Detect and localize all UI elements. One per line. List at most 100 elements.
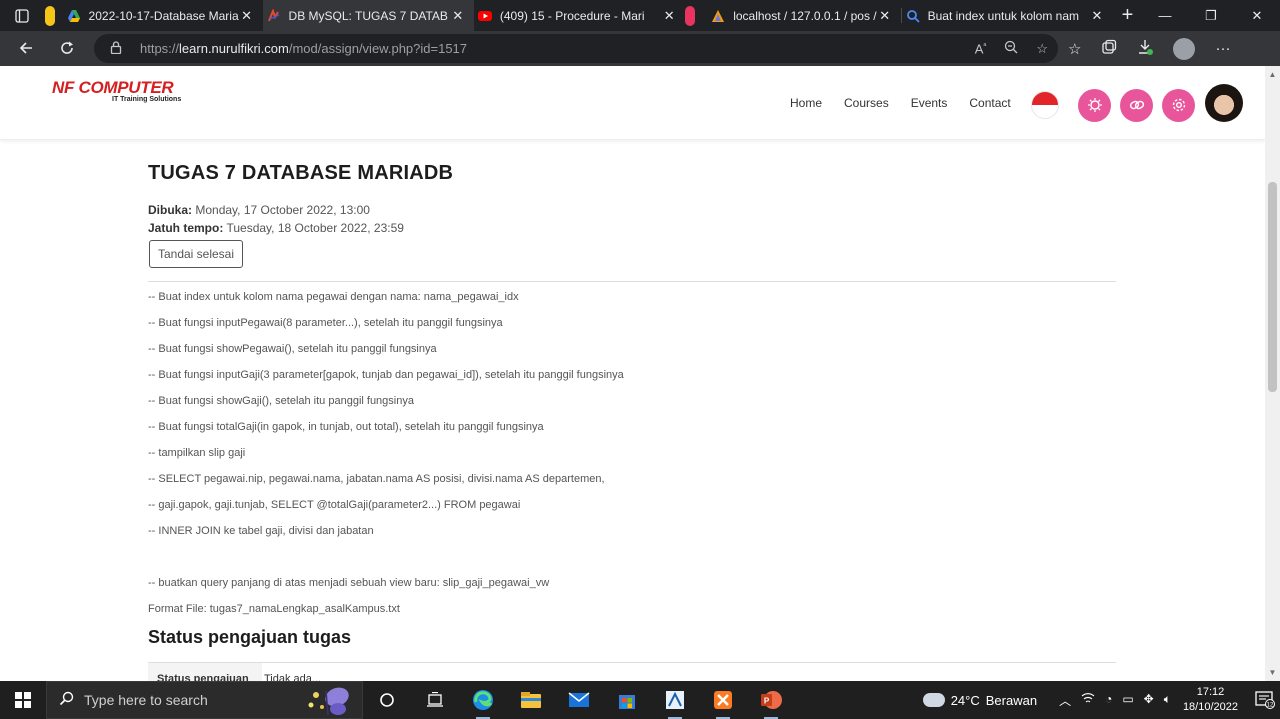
tray-icons: ︿ ◔ ▭ ✥ 🔈︎ <box>1059 692 1171 709</box>
close-tab-icon[interactable]: ✕ <box>239 8 255 24</box>
lock-icon[interactable] <box>110 40 124 57</box>
tab-google-drive[interactable]: 2022-10-17-Database Maria ✕ <box>44 0 263 31</box>
tab-title: Buat index untuk kolom nam <box>927 8 1080 23</box>
clock[interactable]: 17:12 18/10/2022 <box>1183 685 1238 715</box>
close-tab-icon[interactable]: ✕ <box>661 8 677 24</box>
scroll-down-icon[interactable]: ▼ <box>1268 668 1277 677</box>
scroll-up-icon[interactable]: ▲ <box>1268 70 1277 79</box>
windows-taskbar: Type here to search P 24°C Berawan ︿ ◔ ▭… <box>0 681 1280 719</box>
link-icon[interactable] <box>1120 88 1153 122</box>
tab-actions-icon[interactable] <box>0 0 45 31</box>
instruction-line: -- buatkan query panjang di atas menjadi… <box>148 577 550 589</box>
brand-tagline: IT Training Solutions <box>112 96 182 103</box>
settings-icon[interactable] <box>1162 88 1195 122</box>
opened-date: Dibuka: Monday, 17 October 2022, 13:00 <box>148 203 370 217</box>
read-aloud-icon[interactable]: Aᵃ <box>975 41 987 56</box>
tab-phpmyadmin[interactable]: localhost / 127.0.0.1 / pos / ✕ <box>685 0 900 31</box>
xampp-icon[interactable] <box>699 681 747 719</box>
divider <box>148 281 1116 282</box>
refresh-icon[interactable] <box>50 33 84 63</box>
volume-icon[interactable]: 🔈︎ <box>1164 692 1171 709</box>
file-explorer-icon[interactable] <box>507 681 555 719</box>
favorites-icon[interactable]: ☆ <box>1068 40 1081 58</box>
url-scheme: https:// <box>140 41 180 56</box>
store-icon[interactable] <box>603 681 651 719</box>
scrollbar-thumb[interactable] <box>1268 182 1277 392</box>
instruction-line: -- Buat fungsi showGaji(), setelah itu p… <box>148 395 414 407</box>
mark-done-button[interactable]: Tandai selesai <box>149 240 243 268</box>
search-placeholder: Type here to search <box>84 692 208 708</box>
nav-courses[interactable]: Courses <box>844 96 889 110</box>
tab-search[interactable]: Buat index untuk kolom nam ✕ <box>902 0 1113 31</box>
add-favorite-icon[interactable]: ☆ <box>1036 41 1048 57</box>
language-icon[interactable]: ✥ <box>1144 692 1154 709</box>
instruction-line: -- INNER JOIN ke tabel gaji, divisi dan … <box>148 525 374 537</box>
nav-home[interactable]: Home <box>790 96 822 110</box>
window-controls: — ❐ ✕ <box>1142 0 1280 31</box>
start-button[interactable] <box>0 681 46 719</box>
timeline-icon[interactable] <box>411 681 459 719</box>
site-logo[interactable]: NF COMPUTER IT Training Solutions <box>52 78 181 103</box>
zoom-icon[interactable] <box>1004 40 1018 57</box>
snipping-icon[interactable] <box>651 681 699 719</box>
tab-title: localhost / 127.0.0.1 / pos / <box>733 8 877 23</box>
tab-moodle-assignment[interactable]: DB MySQL: TUGAS 7 DATAB ✕ <box>262 0 474 31</box>
url-path: /mod/assign/view.php?id=1517 <box>288 41 468 56</box>
downloads-icon[interactable] <box>1137 39 1154 59</box>
collections-icon[interactable] <box>1101 39 1117 59</box>
gear-chat-icon[interactable] <box>1078 88 1111 122</box>
page-title: TUGAS 7 DATABASE MARIADB <box>148 162 454 184</box>
more-menu-icon[interactable]: ··· <box>1215 40 1230 57</box>
profile-avatar[interactable] <box>1173 37 1196 60</box>
edge-icon[interactable] <box>459 681 507 719</box>
close-window-icon[interactable]: ✕ <box>1234 0 1280 31</box>
nav-contact[interactable]: Contact <box>969 96 1010 110</box>
tab-title: DB MySQL: TUGAS 7 DATAB <box>288 8 448 23</box>
network-icon[interactable] <box>1081 692 1095 709</box>
weather-temp: 24°C <box>950 692 980 708</box>
user-avatar[interactable] <box>1205 84 1243 122</box>
due-label: Jatuh tempo: <box>148 221 224 235</box>
tab-youtube[interactable]: (409) 15 - Procedure - Mari ✕ <box>474 0 685 31</box>
new-tab-button[interactable]: + <box>1113 0 1142 31</box>
close-tab-icon[interactable]: ✕ <box>877 8 893 24</box>
close-tab-icon[interactable]: ✕ <box>1089 8 1105 24</box>
task-view-icon[interactable] <box>363 681 411 719</box>
phpmyadmin-icon <box>711 9 725 23</box>
due-date: Jatuh tempo: Tuesday, 18 October 2022, 2… <box>148 221 404 235</box>
butterfly-icon <box>308 687 349 716</box>
mail-icon[interactable] <box>555 681 603 719</box>
address-bar[interactable]: https://learn.nurulfikri.com/mod/assign/… <box>94 34 1058 63</box>
file-format-note: Format File: tugas7_namaLengkap_asalKamp… <box>148 603 400 615</box>
weather-widget[interactable]: 24°C Berawan <box>922 692 1038 708</box>
system-tray: 24°C Berawan ︿ ◔ ▭ ✥ 🔈︎ 17:12 18/10/2022… <box>922 681 1280 719</box>
tab-title: (409) 15 - Procedure - Mari <box>499 8 645 23</box>
restore-icon[interactable]: ❐ <box>1188 0 1234 31</box>
svg-text:P: P <box>764 697 770 706</box>
tab-group-stripe <box>44 5 55 26</box>
address-bar-actions: Aᵃ ☆ <box>975 34 1048 63</box>
nav-events[interactable]: Events <box>911 96 948 110</box>
powerpoint-icon[interactable]: P <box>747 681 795 719</box>
weather-desc: Berawan <box>985 692 1038 708</box>
battery-icon[interactable]: ▭ <box>1122 692 1133 709</box>
taskbar-search[interactable]: Type here to search <box>46 681 363 719</box>
submission-status-heading: Status pengajuan tugas <box>148 627 352 647</box>
meet-now-icon[interactable]: ◔ <box>1105 692 1112 709</box>
back-icon[interactable] <box>9 33 43 63</box>
chevron-up-icon[interactable]: ︿ <box>1059 692 1071 709</box>
tab-title: 2022-10-17-Database Maria <box>88 8 239 23</box>
instruction-line: -- Buat index untuk kolom nama pegawai d… <box>148 291 519 303</box>
youtube-icon <box>477 9 492 23</box>
minimize-icon[interactable]: — <box>1142 0 1188 31</box>
browser-toolbar: https://learn.nurulfikri.com/mod/assign/… <box>0 31 1280 66</box>
search-icon <box>59 691 74 710</box>
tab-group-stripe <box>685 5 696 26</box>
google-drive-icon <box>67 9 81 23</box>
notification-count: 12 <box>1267 703 1274 709</box>
notification-icon[interactable]: 12 <box>1250 681 1280 719</box>
indonesia-flag-icon[interactable] <box>1031 91 1059 119</box>
close-tab-icon[interactable]: ✕ <box>450 8 466 24</box>
browser-tab-strip: 2022-10-17-Database Maria ✕ DB MySQL: TU… <box>0 0 1280 31</box>
url-text[interactable]: https://learn.nurulfikri.com/mod/assign/… <box>140 41 467 56</box>
